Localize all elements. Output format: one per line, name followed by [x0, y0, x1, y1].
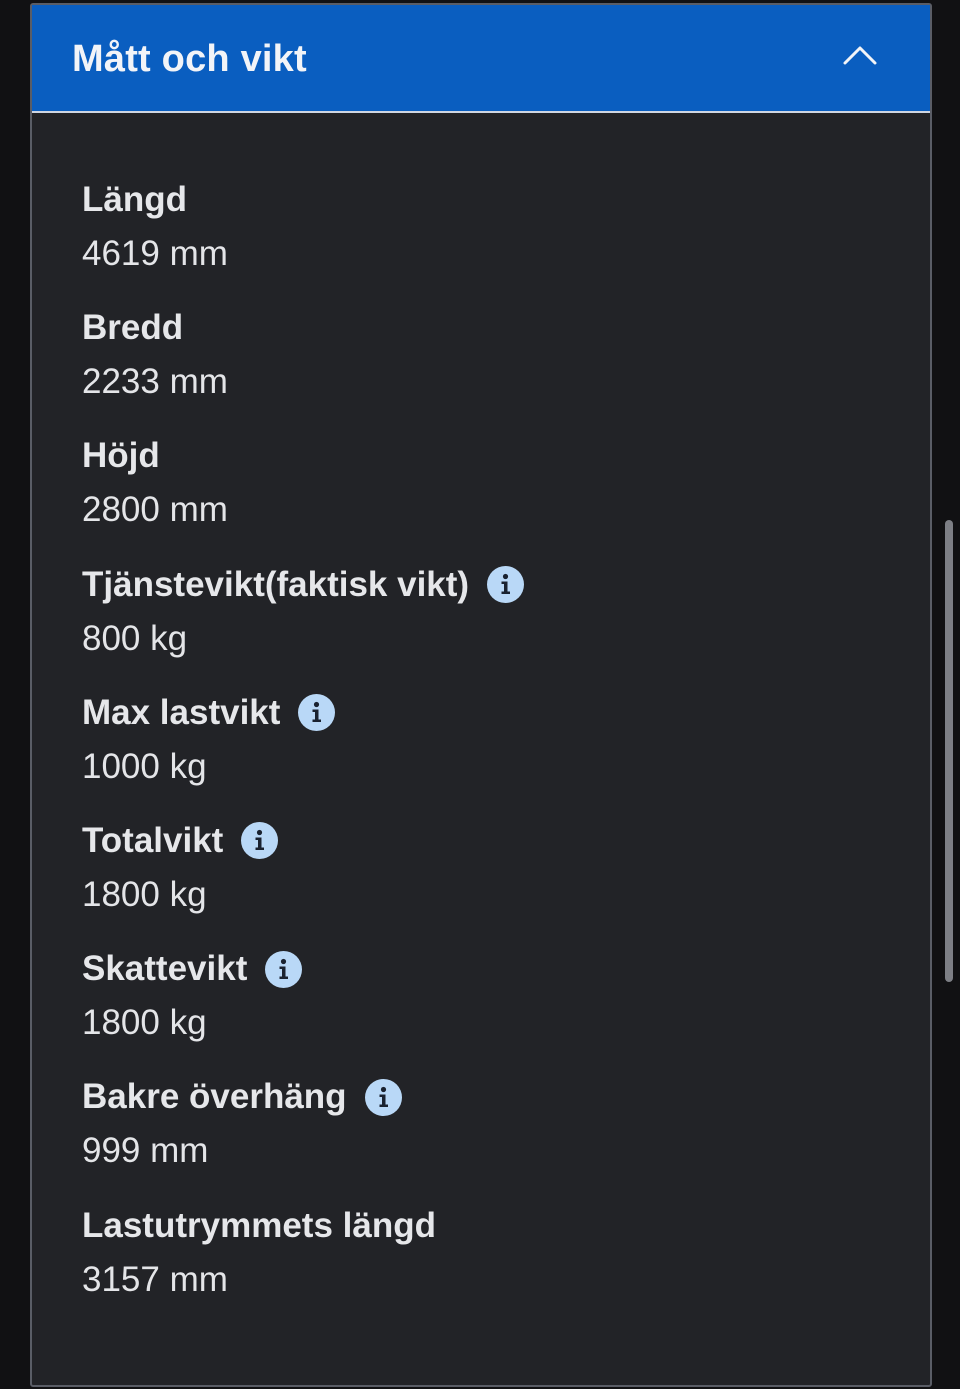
spec-label: Skattevikt: [82, 949, 248, 989]
spec-value: 2233 mm: [82, 362, 228, 402]
spec-item-curb-weight: Tjänstevikt(faktisk vikt) 800 kg: [82, 560, 902, 688]
spec-label: Längd: [82, 180, 187, 219]
spec-label: Lastutrymmets längd: [82, 1205, 436, 1245]
info-icon[interactable]: [487, 566, 525, 604]
spec-value: 1000 kg: [82, 746, 207, 786]
spec-value: 1800 kg: [82, 1003, 207, 1043]
spec-item-height: Höjd 2800 mm: [82, 431, 902, 559]
spec-item-width: Bredd 2233 mm: [82, 303, 902, 431]
spec-value: 4619 mm: [82, 234, 228, 273]
dimensions-weight-panel: Mått och vikt Längd 4619 mm Bredd 2233 m…: [30, 3, 932, 1387]
scrollbar-thumb[interactable]: [945, 520, 953, 982]
spec-value: 999 mm: [82, 1131, 209, 1171]
spec-value: 2800 mm: [82, 490, 228, 530]
spec-value: 1800 kg: [82, 874, 207, 914]
spec-value: 800 kg: [82, 618, 188, 658]
spec-label: Max lastvikt: [82, 692, 281, 732]
spec-item-length: Längd 4619 mm: [82, 175, 902, 303]
spec-item-tax-weight: Skattevikt 1800 kg: [82, 944, 902, 1072]
section-header-toggle[interactable]: Mått och vikt: [32, 5, 930, 113]
info-icon[interactable]: [298, 694, 336, 732]
chevron-up-icon[interactable]: [842, 43, 878, 67]
spec-item-rear-overhang: Bakre överhäng 999 mm: [82, 1072, 902, 1200]
spec-label: Bredd: [82, 308, 184, 348]
spec-item-total-weight: Totalvikt 1800 kg: [82, 816, 902, 944]
spec-value: 3157 mm: [82, 1259, 228, 1299]
spec-label: Bakre överhäng: [82, 1077, 347, 1117]
info-icon[interactable]: [364, 1078, 402, 1116]
spec-label: Totalvikt: [82, 820, 224, 860]
spec-item-max-load: Max lastvikt 1000 kg: [82, 688, 902, 816]
spec-label: Höjd: [82, 436, 160, 476]
spec-label: Tjänstevikt(faktisk vikt): [82, 564, 470, 604]
info-icon[interactable]: [241, 822, 279, 860]
section-title: Mått och vikt: [72, 38, 307, 80]
info-icon[interactable]: [265, 950, 303, 988]
spec-item-cargo-length: Lastutrymmets längd 3157 mm: [82, 1201, 902, 1329]
spec-list: Längd 4619 mm Bredd 2233 mm Höjd 2800 mm…: [82, 175, 902, 1329]
